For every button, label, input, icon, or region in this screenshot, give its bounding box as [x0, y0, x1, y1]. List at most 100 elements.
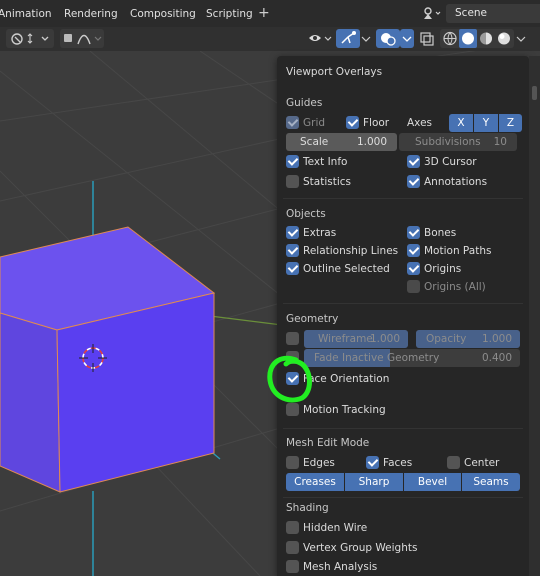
edges-checkbox[interactable]: [286, 456, 299, 469]
axes-label: Axes: [407, 117, 433, 129]
divider: [283, 428, 523, 429]
proportional-editing-toggle[interactable]: [60, 29, 104, 48]
3d-cursor-label: 3D Cursor: [424, 156, 477, 168]
extras-checkbox[interactable]: [286, 226, 299, 239]
divider: [283, 497, 523, 498]
snap-icon: [11, 33, 49, 45]
highlight-circle: [267, 355, 312, 403]
section-shading: Shading: [286, 502, 329, 514]
seams-toggle[interactable]: Seams: [462, 473, 520, 491]
motion-paths-checkbox[interactable]: [407, 244, 420, 257]
opacity-field[interactable]: Opacity 1.000: [416, 330, 520, 348]
visibility-toggle[interactable]: [306, 29, 334, 48]
origins-checkbox[interactable]: [407, 262, 420, 275]
chevron-down-icon: [361, 36, 371, 42]
tab-compositing[interactable]: Compositing: [130, 8, 196, 20]
wireframe-field[interactable]: Wireframe 1.000: [304, 330, 408, 348]
proportional-falloff-icon: [64, 34, 102, 45]
scroll-handle[interactable]: [532, 86, 537, 100]
bones-checkbox[interactable]: [407, 226, 420, 239]
origins-all-checkbox[interactable]: [407, 280, 420, 293]
vertex-group-weights-label: Vertex Group Weights: [303, 542, 418, 554]
center-label: Center: [464, 457, 500, 469]
sharp-toggle[interactable]: Sharp: [345, 473, 403, 491]
tab-rendering[interactable]: Rendering: [64, 8, 118, 20]
wireframe-value: 1.000: [369, 333, 400, 345]
scale-label: Scale: [300, 136, 329, 148]
extras-label: Extras: [303, 227, 337, 239]
wireframe-checkbox[interactable]: [286, 332, 299, 345]
annotations-checkbox[interactable]: [407, 175, 420, 188]
scale-field[interactable]: Scale 1.000: [286, 133, 397, 151]
tab-animation[interactable]: Animation: [0, 8, 52, 20]
subdivisions-label: Subdivisions: [415, 136, 481, 148]
cube-mesh: [0, 226, 216, 493]
section-objects: Objects: [286, 208, 326, 220]
relationship-lines-checkbox[interactable]: [286, 244, 299, 257]
shading-icons: [443, 29, 510, 48]
gizmo-icon: [341, 31, 356, 44]
popover-title: Viewport Overlays: [286, 66, 383, 78]
overlays-toggle[interactable]: [376, 29, 400, 48]
statistics-label: Statistics: [303, 176, 351, 188]
faces-checkbox[interactable]: [366, 456, 379, 469]
viewport-overlays-popover: Viewport Overlays Guides Grid Floor Axes…: [277, 56, 529, 576]
hidden-wire-checkbox[interactable]: [286, 521, 299, 534]
creases-toggle[interactable]: Creases: [286, 473, 344, 491]
gizmo-dropdown[interactable]: [360, 29, 372, 48]
scale-value: 1.000: [356, 136, 387, 148]
outline-selected-checkbox[interactable]: [286, 262, 299, 275]
axis-x-toggle[interactable]: X: [449, 114, 473, 132]
statistics-checkbox[interactable]: [286, 175, 299, 188]
outline-selected-label: Outline Selected: [303, 263, 390, 275]
viewport-header: [0, 27, 540, 51]
bones-label: Bones: [424, 227, 457, 239]
overlays-icon: [381, 33, 396, 46]
wireframe-label: Wireframe: [318, 333, 373, 345]
fade-inactive-value: 0.400: [481, 352, 512, 364]
divider: [283, 303, 523, 304]
bevel-toggle[interactable]: Bevel: [404, 473, 461, 491]
axis-y-toggle[interactable]: Y: [474, 114, 498, 132]
xray-toggle[interactable]: [418, 29, 436, 48]
grid-label: Grid: [303, 117, 326, 129]
floor-label: Floor: [363, 117, 390, 129]
eye-icon: [309, 35, 332, 41]
snapping-toggle[interactable]: [6, 29, 54, 48]
shading-dropdown[interactable]: [514, 29, 528, 48]
shading-mode-group: [440, 29, 514, 48]
top-menu-bar: Animation Rendering Compositing Scriptin…: [0, 0, 540, 27]
scene-name: Scene: [455, 7, 488, 19]
mesh-analysis-checkbox[interactable]: [286, 560, 299, 573]
scene-selector[interactable]: Scene: [446, 4, 540, 23]
floor-checkbox[interactable]: [346, 116, 359, 129]
vertex-group-weights-checkbox[interactable]: [286, 541, 299, 554]
hidden-wire-label: Hidden Wire: [303, 522, 368, 534]
subdivisions-field[interactable]: Subdivisions 10: [399, 133, 517, 151]
edges-label: Edges: [303, 457, 335, 469]
origins-label: Origins: [424, 263, 462, 275]
tab-scripting[interactable]: Scripting: [206, 8, 253, 20]
center-checkbox[interactable]: [447, 456, 460, 469]
gizmo-toggle[interactable]: [336, 29, 360, 48]
scene-icon[interactable]: [422, 5, 444, 21]
section-mesh-edit-mode: Mesh Edit Mode: [286, 437, 370, 449]
subdivisions-value: 10: [493, 136, 507, 148]
text-info-checkbox[interactable]: [286, 155, 299, 168]
axis-z-toggle[interactable]: Z: [499, 114, 522, 132]
section-geometry: Geometry: [286, 313, 339, 325]
add-workspace-button[interactable]: +: [258, 5, 270, 21]
3d-cursor-checkbox[interactable]: [407, 155, 420, 168]
sidebar-strip: [529, 56, 540, 576]
origins-all-label: Origins (All): [424, 281, 486, 293]
fade-inactive-label: Fade Inactive Geometry: [314, 352, 440, 364]
overlays-dropdown[interactable]: [400, 29, 414, 48]
grid-checkbox[interactable]: [286, 116, 299, 129]
fade-inactive-field[interactable]: Fade Inactive Geometry 0.400: [304, 349, 520, 367]
text-info-label: Text Info: [303, 156, 348, 168]
divider: [283, 198, 523, 199]
annotations-label: Annotations: [424, 176, 488, 188]
section-guides: Guides: [286, 97, 323, 109]
chevron-down-icon: [516, 36, 526, 42]
motion-paths-label: Motion Paths: [424, 245, 492, 257]
